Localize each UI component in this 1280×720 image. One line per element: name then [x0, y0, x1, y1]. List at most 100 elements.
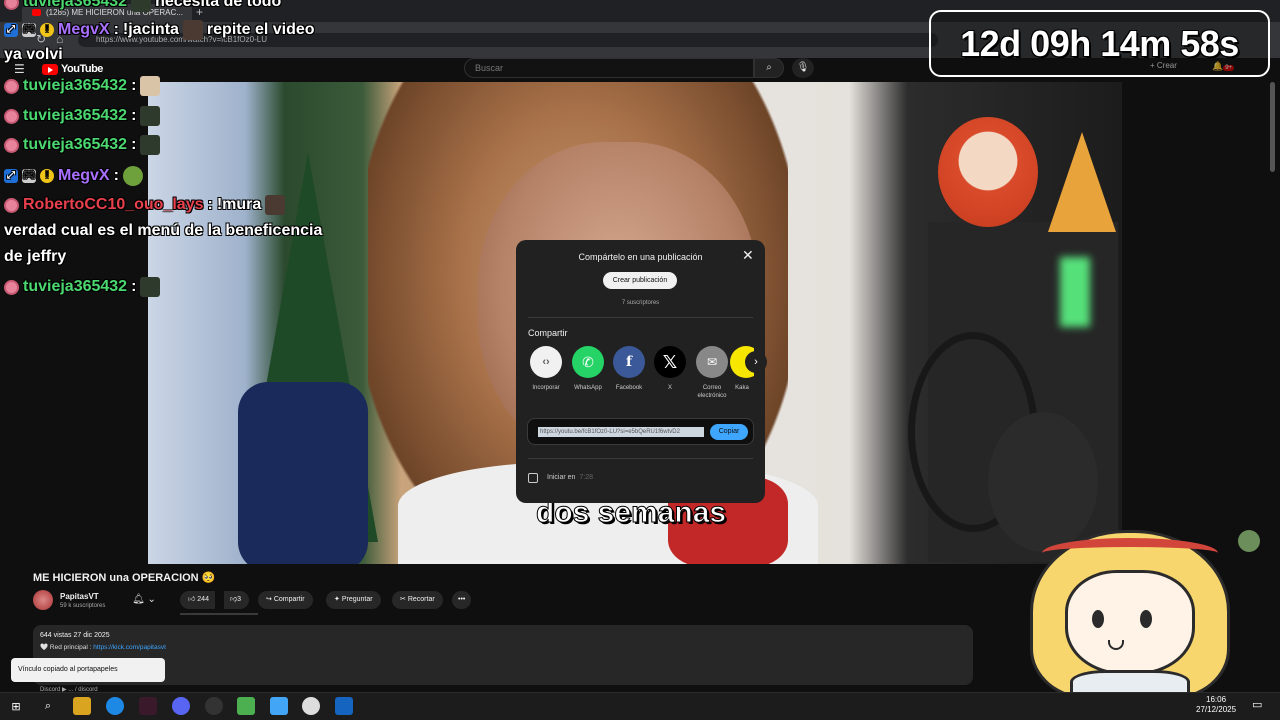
ask-button[interactable]: ✦ Preguntar — [326, 591, 381, 609]
create-post-button[interactable]: Crear publicación — [603, 272, 677, 289]
channel-name[interactable]: PapitasVT — [60, 592, 99, 601]
share-option-label: X — [667, 385, 672, 391]
badge-icon: ⤢ — [4, 23, 18, 37]
share-option-email[interactable]: ✉ Correo electrónico — [692, 346, 732, 400]
user-avatar-icon — [4, 137, 19, 153]
share-option-embed[interactable]: ‹› Incorporar — [526, 346, 566, 392]
search-icon[interactable]: ⌕ — [39, 697, 57, 715]
share-option-whatsapp[interactable]: ✆ WhatsApp — [568, 346, 608, 392]
chat-username: tuvieja365432 — [23, 107, 128, 124]
share-option-label: Incorporar — [532, 385, 560, 391]
chat-message: verdad cual es el menú de la beneficenci… — [4, 218, 334, 270]
chat-message: tuvieja365432 : — [4, 277, 161, 297]
chat-text: ya volvi — [4, 46, 63, 63]
app-icon[interactable] — [302, 697, 320, 715]
user-avatar-icon — [4, 0, 19, 10]
start-at-text: Iniciar en — [547, 474, 576, 481]
share-url-field[interactable]: https://youtu.be/fcB1fOz0-LU?si=e5bQeRU1… — [527, 418, 754, 445]
search-button[interactable]: ⌕ — [754, 58, 784, 78]
share-dialog: Compártelo en una publicación ✕ Crear pu… — [516, 240, 767, 503]
youtube-logo[interactable]: YouTube — [42, 63, 103, 75]
embed-icon: ‹› — [530, 346, 562, 378]
chat-text: verdad cual es el menú de la beneficenci… — [4, 222, 323, 265]
start-at-time[interactable]: 7:28 — [579, 474, 593, 481]
chat-message: tuvieja365432 : — [4, 135, 161, 155]
subscribe-bell-button[interactable]: 🔔︎ ⌄ — [124, 591, 164, 609]
mascot-headband — [1042, 538, 1218, 568]
microphone-icon: 🎙 — [796, 62, 810, 73]
clip-label: Recortar — [407, 596, 435, 603]
search-input[interactable]: Buscar — [464, 58, 754, 78]
chat-username: tuvieja365432 — [23, 0, 128, 10]
share-option-facebook[interactable]: f Facebook — [609, 346, 649, 392]
like-button[interactable]: 👍︎ 244 — [180, 591, 215, 609]
rainbow-decor — [1048, 132, 1116, 232]
next-arrow-icon[interactable]: › — [745, 351, 767, 373]
copy-button[interactable]: Copiar — [710, 424, 748, 440]
channel-avatar[interactable] — [33, 590, 53, 610]
share-option-x[interactable]: 𝕏 X — [650, 346, 690, 392]
plush-toy — [938, 117, 1038, 227]
youtube-play-icon — [42, 63, 58, 75]
chat-username: tuvieja365432 — [23, 77, 128, 94]
chat-username: RobertoCC10_ouo_lays — [23, 196, 204, 213]
hamburger-menu-icon[interactable]: ☰ — [14, 62, 25, 76]
clip-button[interactable]: ✂ Recortar — [392, 591, 443, 609]
share-dialog-title: Compártelo en una publicación — [578, 252, 703, 262]
emote-icon — [140, 277, 161, 297]
file-explorer-icon[interactable] — [73, 697, 91, 715]
notification-center-icon[interactable]: ▭ — [1252, 698, 1262, 711]
start-at-checkbox[interactable] — [528, 473, 538, 483]
chat-text: necesita de todo — [155, 0, 282, 10]
chat-message: tuvieja365432 necesita de todo — [4, 0, 281, 12]
taskbar-clock[interactable]: 16:06 27/12/2025 — [1196, 695, 1236, 715]
chat-separator: : — [113, 21, 119, 38]
main-link-label: 🤍 Red principal : — [40, 644, 92, 651]
obs-icon[interactable] — [205, 697, 223, 715]
chat-message: ⤢ 🎮︎ ! MegvX : — [4, 166, 143, 186]
clock-date: 27/12/2025 — [1196, 705, 1237, 714]
share-button[interactable]: ↪ Compartir — [258, 591, 313, 609]
chat-text: !mura — [216, 196, 262, 213]
chat-separator: : — [131, 278, 137, 295]
screen: (1285) ME HICIERON una OPERAC... + ↻ ⌂ h… — [0, 0, 1280, 720]
close-icon[interactable]: ✕ — [742, 247, 754, 264]
share-icon: ↪ — [266, 596, 272, 603]
scrollbar-thumb[interactable] — [1270, 82, 1275, 172]
dislike-count: 3 — [237, 596, 242, 603]
share-option-label: Facebook — [615, 385, 643, 391]
bell-icon: 🔔︎ — [132, 594, 145, 605]
dislike-button[interactable]: 👎︎3 — [224, 591, 250, 609]
app-icon[interactable] — [139, 697, 157, 715]
app-icon[interactable] — [237, 697, 255, 715]
chat-message: ⤢ 🎮︎ ! MegvX : !jacinta repite el video — [4, 20, 315, 40]
chat-separator: : — [207, 196, 213, 213]
app-icon[interactable] — [270, 697, 288, 715]
app-icon[interactable] — [335, 697, 353, 715]
video-title: ME HICIERON una OPERACION 🥺 — [33, 572, 216, 584]
description-box[interactable] — [33, 625, 973, 685]
edge-browser-icon[interactable] — [106, 697, 124, 715]
chat-text: !jacinta — [122, 21, 179, 38]
right-sidebar — [1122, 82, 1280, 564]
windows-taskbar — [0, 692, 1280, 720]
exclamation-badge-icon: ! — [40, 169, 54, 183]
start-at-label: Iniciar en 7:28 — [547, 474, 593, 481]
whatsapp-icon: ✆ — [572, 346, 604, 378]
share-heading: Compartir — [528, 328, 568, 338]
thumbs-up-icon: 👍︎ — [188, 596, 196, 603]
chat-separator: : — [131, 77, 137, 94]
more-actions-button[interactable]: ••• — [452, 591, 472, 609]
search-icon: ⌕ — [766, 62, 772, 73]
chat-text-extra: repite el video — [206, 21, 315, 38]
voice-search-button[interactable]: 🎙 — [792, 58, 814, 78]
chat-username: tuvieja365432 — [23, 136, 128, 153]
facebook-icon: f — [613, 346, 645, 378]
exclamation-badge-icon: ! — [40, 23, 54, 37]
badge-icon: ⤢ — [4, 169, 18, 183]
discord-icon[interactable] — [172, 697, 190, 715]
like-ratio-bar — [180, 613, 258, 615]
windows-start-icon[interactable]: ⊞ — [7, 697, 25, 715]
chat-separator: : — [131, 107, 137, 124]
main-link[interactable]: https://kick.com/papitasvt — [93, 644, 166, 651]
